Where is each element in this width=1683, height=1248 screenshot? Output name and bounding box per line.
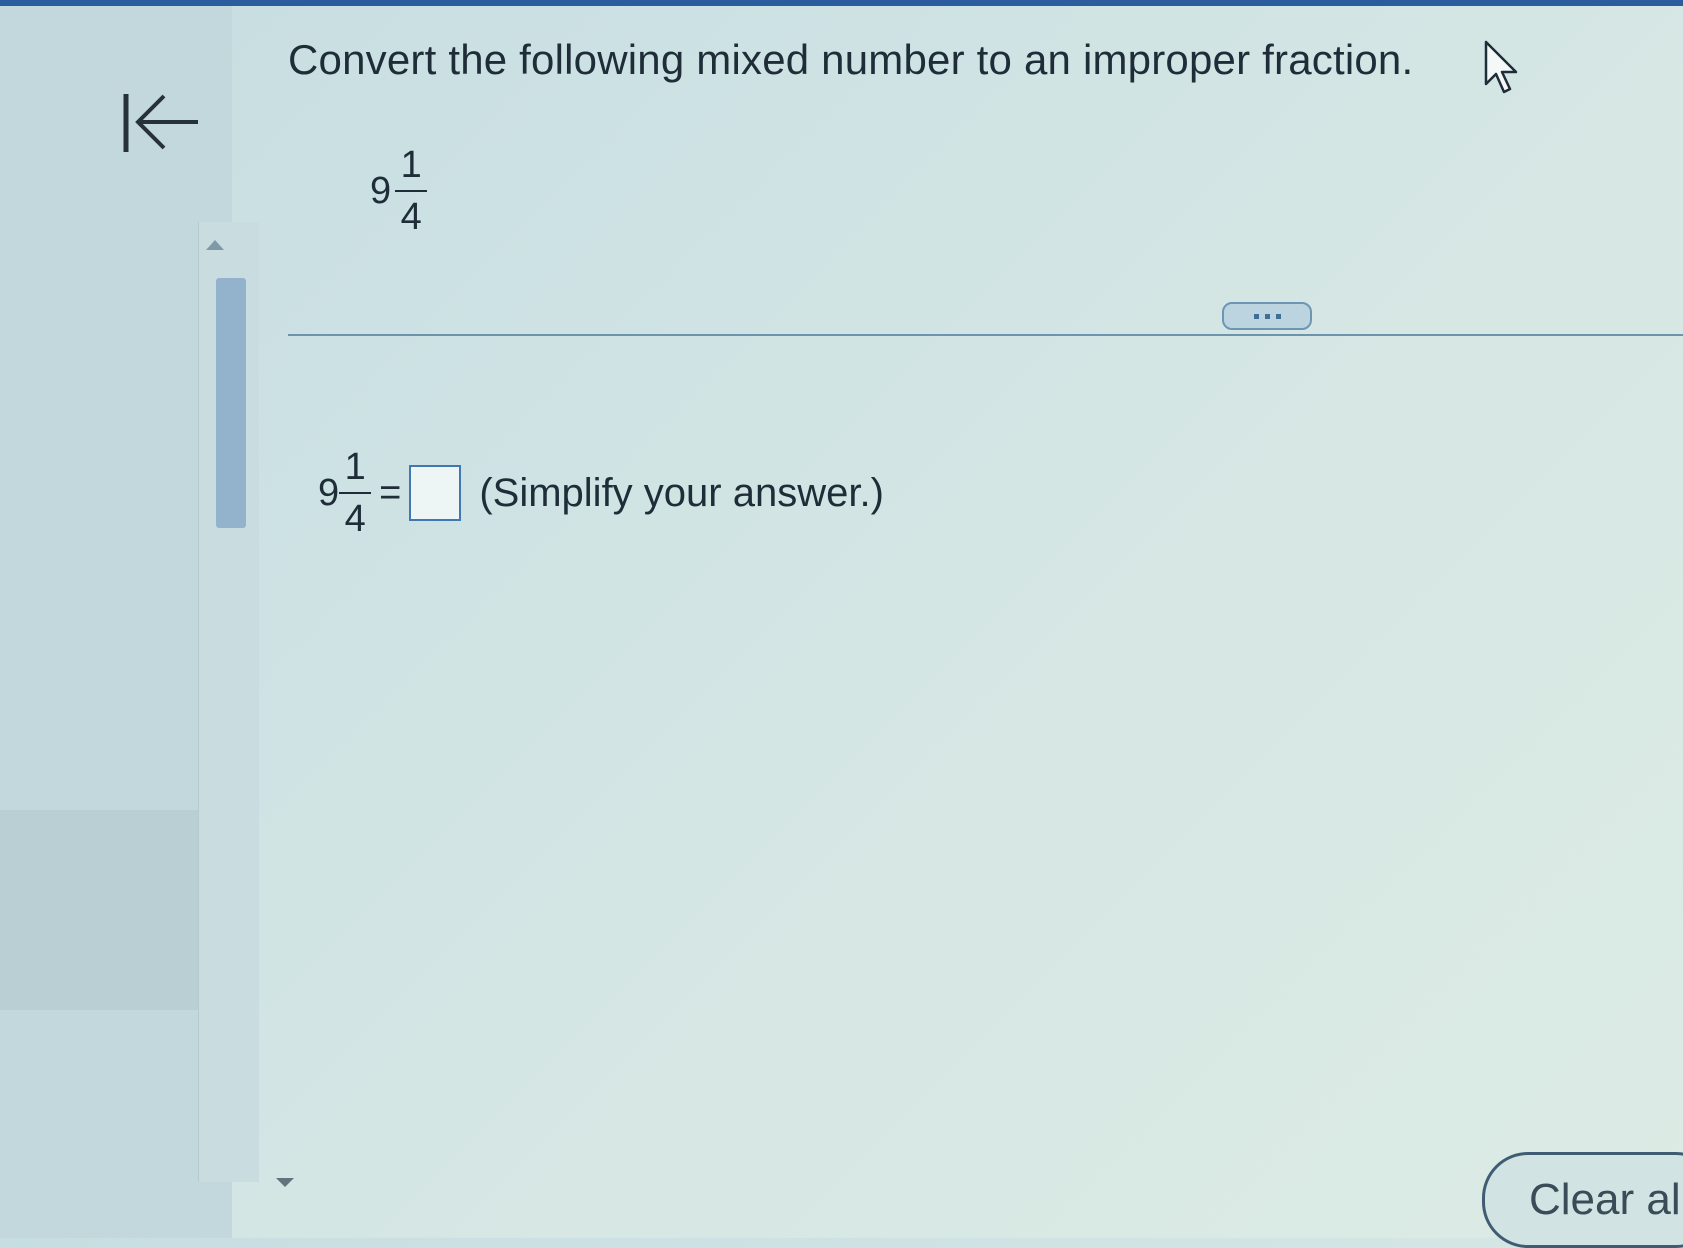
collapse-left-icon <box>123 94 198 152</box>
equals-sign: = <box>379 471 402 514</box>
more-options-icon-dot <box>1275 313 1281 319</box>
fraction-numerator: 1 <box>400 144 422 186</box>
answer-mixed-fraction: 1 4 <box>339 446 372 540</box>
answer-denominator: 4 <box>344 498 366 540</box>
mixed-number-fraction: 1 4 <box>395 144 428 238</box>
top-accent-bar <box>0 0 1683 6</box>
collapse-panel-button[interactable] <box>120 88 204 158</box>
simplify-hint: (Simplify your answer.) <box>479 470 884 515</box>
mouse-pointer-icon <box>1482 40 1522 96</box>
answer-numerator: 1 <box>344 446 366 488</box>
mixed-number-whole: 9 <box>370 169 392 212</box>
fraction-denominator: 4 <box>400 196 422 238</box>
scroll-up-arrow-icon[interactable] <box>206 240 224 250</box>
answer-mixed-whole: 9 <box>318 471 340 514</box>
answer-row: 9 1 4 = (Simplify your answer.) <box>318 448 884 538</box>
mixed-number-display: 9 1 4 <box>370 144 428 238</box>
clear-all-button[interactable]: Clear all <box>1482 1152 1683 1248</box>
scroll-down-arrow-icon[interactable] <box>276 1178 294 1187</box>
more-options-icon <box>1253 313 1259 319</box>
scrollbar-thumb[interactable] <box>216 278 246 528</box>
more-options-icon-dot <box>1264 313 1270 319</box>
section-divider <box>288 334 1683 336</box>
question-prompt: Convert the following mixed number to an… <box>288 36 1414 83</box>
more-options-button[interactable] <box>1222 302 1312 330</box>
answer-input-box[interactable] <box>409 465 462 521</box>
